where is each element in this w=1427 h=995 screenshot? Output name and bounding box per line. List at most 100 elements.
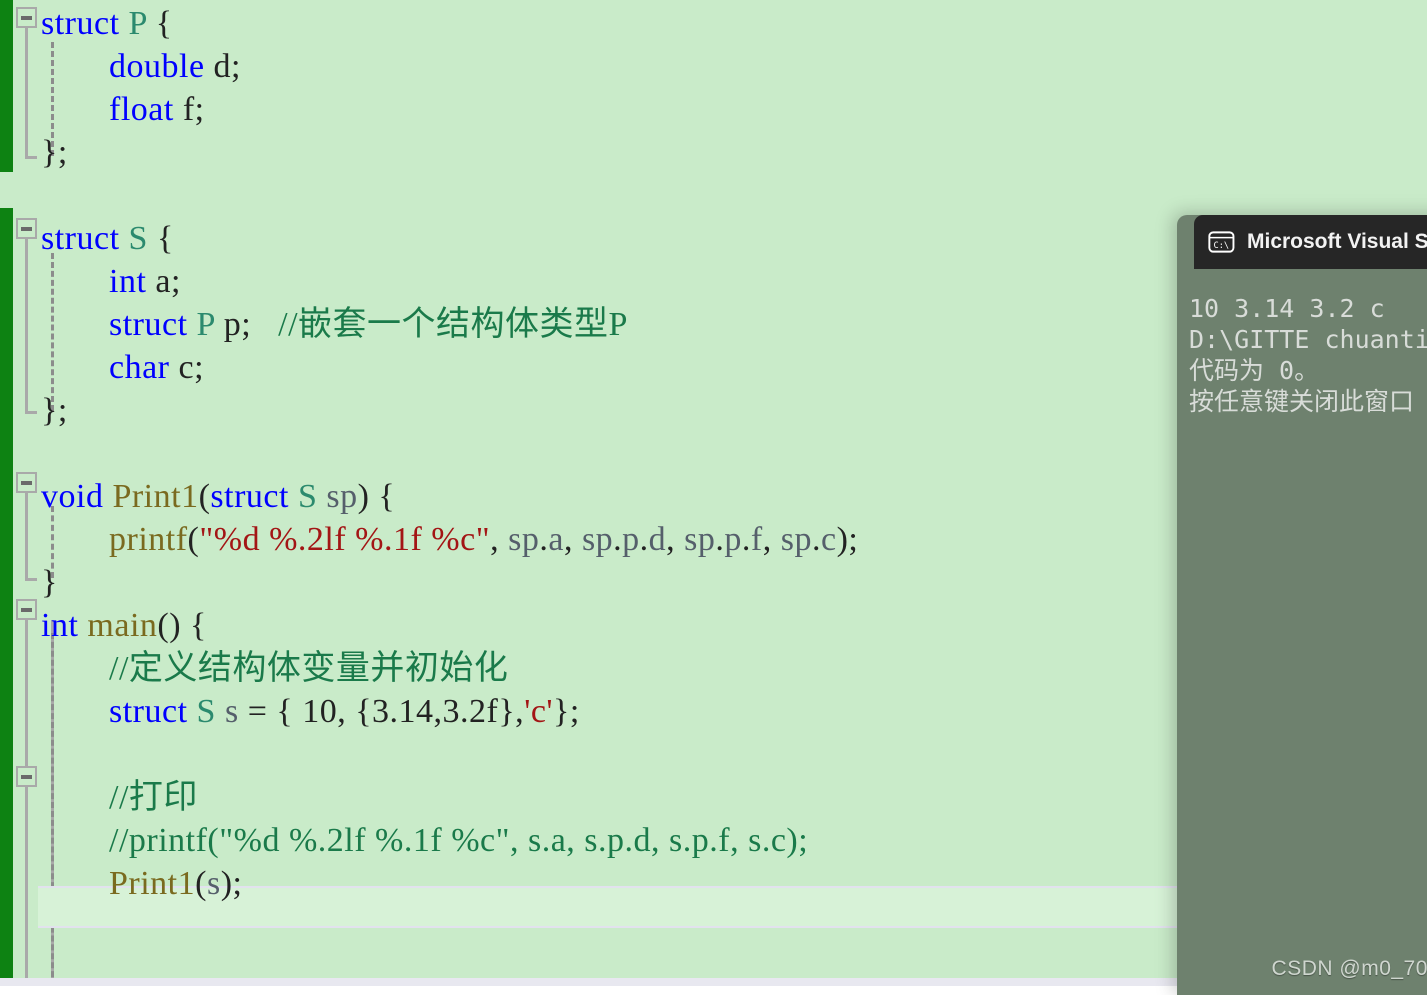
code-token: } — [41, 564, 58, 601]
code-token: = { — [238, 693, 303, 730]
code-token: ) { — [357, 478, 396, 515]
code-token: a — [548, 521, 564, 558]
fold-toggle-print1[interactable] — [16, 472, 37, 493]
code-token: main — [87, 607, 158, 644]
code-token: //printf("%d %.2lf %.1f %c", s.a, s.p.d,… — [109, 822, 809, 859]
code-token: "%d %.2lf %.1f %c" — [199, 521, 491, 558]
code-token: sp — [780, 521, 812, 558]
code-token: 10 — [302, 693, 338, 730]
code-line[interactable]: double d; — [109, 45, 241, 88]
console-output-line: 10 3.14 3.2 c — [1189, 294, 1385, 323]
code-line[interactable]: //定义结构体变量并初始化 — [109, 647, 508, 690]
code-line[interactable]: //打印 — [109, 776, 198, 819]
code-line[interactable]: } — [41, 561, 58, 604]
code-token: int — [109, 263, 147, 300]
svg-text:C:\: C:\ — [1213, 241, 1229, 251]
code-token: 3.2f — [442, 693, 499, 730]
code-token: //定义结构体变量并初始化 — [109, 650, 509, 687]
code-token: s — [224, 693, 239, 730]
fold-elbow-struct-p — [25, 156, 37, 159]
code-token: c — [820, 521, 837, 558]
code-token: char — [109, 349, 170, 386]
code-line[interactable]: int main() { — [41, 604, 207, 647]
console-window-icon: C:\ — [1208, 231, 1235, 253]
code-token: sp — [326, 478, 358, 515]
code-token: double — [109, 48, 205, 85]
code-token: a; — [146, 263, 181, 300]
code-line[interactable]: int a; — [109, 260, 181, 303]
fold-toggle-main[interactable] — [16, 599, 37, 620]
console-title-label: Microsoft Visual Studi — [1247, 230, 1427, 253]
code-token: . — [811, 521, 821, 558]
code-token: //嵌套一个结构体类型P — [251, 306, 628, 343]
code-token: S — [196, 693, 216, 730]
code-token: 3.14 — [372, 693, 434, 730]
code-token: d — [648, 521, 667, 558]
fold-line-struct-s — [25, 239, 28, 411]
code-line[interactable]: }; — [41, 389, 68, 432]
fold-line-main — [25, 620, 28, 986]
code-line[interactable]: char c; — [109, 346, 204, 389]
code-token: P — [128, 5, 147, 42]
csdn-watermark: CSDN @m0_70088010 — [1271, 957, 1427, 980]
code-line[interactable]: float f; — [109, 88, 205, 131]
code-token: , { — [337, 693, 373, 730]
code-line[interactable]: Print1(s); — [109, 862, 242, 905]
code-line[interactable]: void Print1(struct S sp) { — [41, 475, 395, 518]
code-line[interactable]: //printf("%d %.2lf %.1f %c", s.a, s.p.d,… — [109, 819, 808, 862]
code-token: sp — [581, 521, 614, 558]
console-output-area[interactable]: 10 3.14 3.2 c D:\GITTE chuantim 代码为 0。 按… — [1177, 269, 1427, 995]
fold-toggle-inner-block[interactable] — [16, 766, 37, 787]
console-titlebar[interactable]: C:\ Microsoft Visual Studi — [1194, 215, 1427, 269]
code-token: p — [724, 521, 742, 558]
fold-line-print1 — [25, 493, 28, 578]
code-line[interactable]: struct S s = { 10, {3.14,3.2f},'c'}; — [109, 690, 580, 733]
code-token: p — [622, 521, 640, 558]
code-token: struct — [210, 478, 298, 515]
fold-toggle-struct-p[interactable] — [16, 7, 37, 28]
code-token: s — [206, 865, 221, 902]
code-token: , — [563, 521, 582, 558]
console-output-line: 按任意键关闭此窗口 — [1189, 387, 1415, 416]
code-token: sp — [508, 521, 540, 558]
code-token: S — [297, 478, 318, 515]
code-token: ( — [198, 478, 211, 515]
code-token: , — [433, 693, 443, 730]
console-output-line: 代码为 0。 — [1189, 356, 1320, 385]
fold-elbow-print1 — [25, 578, 37, 581]
code-token: , — [762, 521, 781, 558]
code-token: float — [109, 91, 174, 128]
code-line[interactable]: printf("%d %.2lf %.1f %c", sp.a, sp.p.d,… — [109, 518, 858, 561]
fold-line-struct-p — [25, 28, 28, 156]
code-token: printf — [109, 521, 188, 558]
code-token: }, — [498, 693, 525, 730]
code-line[interactable]: }; — [41, 131, 68, 174]
code-token: 'c' — [524, 693, 554, 730]
code-token: ( — [187, 521, 200, 558]
code-token: P — [196, 306, 215, 343]
code-token: . — [613, 521, 623, 558]
code-token: }; — [553, 693, 580, 730]
code-token: { — [146, 5, 173, 42]
fold-elbow-struct-s — [25, 411, 37, 414]
code-token: sp — [684, 521, 716, 558]
code-token: f — [750, 521, 763, 558]
code-line[interactable]: struct S { — [41, 217, 174, 260]
console-window[interactable]: C:\ Microsoft Visual Studi 10 3.14 3.2 c… — [1177, 215, 1427, 995]
code-token: }; — [41, 392, 68, 429]
code-token: c; — [169, 349, 205, 386]
code-token: , — [666, 521, 685, 558]
code-token: f; — [173, 91, 205, 128]
change-bar-region-2 — [0, 208, 13, 986]
code-token: void — [41, 478, 104, 515]
code-token: , — [490, 521, 509, 558]
change-bar-region-1 — [0, 0, 13, 172]
code-token: struct — [41, 5, 129, 42]
code-token: () { — [157, 607, 207, 644]
code-line[interactable]: struct P { — [41, 2, 173, 45]
code-token: p; — [214, 306, 252, 343]
editor-bottom-strip — [0, 978, 1177, 986]
code-token: struct — [41, 220, 129, 257]
fold-toggle-struct-s[interactable] — [16, 218, 37, 239]
code-line[interactable]: struct P p; //嵌套一个结构体类型P — [109, 303, 628, 346]
